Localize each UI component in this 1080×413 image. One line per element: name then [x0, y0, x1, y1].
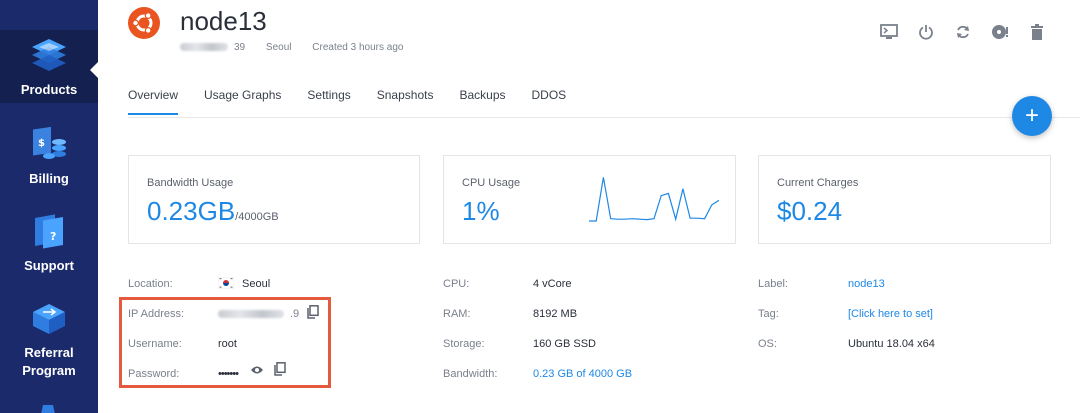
restart-icon	[957, 25, 969, 39]
tab-overview[interactable]: Overview	[128, 88, 179, 115]
bandwidth-link[interactable]: 0.23 GB of 4000 GB	[533, 366, 632, 382]
bandwidth-suffix: /4000GB	[235, 211, 279, 223]
set-tag-link[interactable]: [Click here to set]	[848, 306, 933, 322]
tab-backups[interactable]: Backups	[459, 88, 505, 115]
card-label: CPU Usage	[462, 177, 521, 189]
tag-row: Tag: [Click here to set]	[758, 306, 1048, 322]
card-label: Current Charges	[777, 177, 859, 189]
support-icon: ?	[35, 214, 63, 249]
server-subline: 39 Seoul Created 3 hours ago	[180, 42, 421, 53]
console-button[interactable]	[880, 22, 898, 42]
layers-icon	[32, 39, 66, 71]
delete-button[interactable]	[1028, 22, 1046, 42]
sidebar-item-label: Billing	[29, 171, 69, 186]
sidebar-item-label-line1: Referral	[24, 345, 74, 360]
bandwidth-row: Bandwidth: 0.23 GB of 4000 GB	[443, 366, 703, 382]
active-indicator	[90, 62, 98, 78]
cpu-value: 1%	[462, 196, 500, 226]
bandwidth-label: Bandwidth:	[443, 368, 498, 380]
sidebar-item-label: Support	[24, 258, 74, 273]
power-button[interactable]	[917, 22, 935, 42]
label-label: Label:	[758, 278, 788, 290]
main-panel: node13 39 Seoul Created 3 hours ago Over…	[98, 0, 1080, 413]
server-ip: 39	[180, 42, 245, 53]
console-icon	[880, 24, 898, 39]
tab-settings[interactable]: Settings	[307, 88, 350, 115]
sidebar-item-support[interactable]: ? Support	[0, 213, 98, 279]
reinstall-button[interactable]	[991, 22, 1009, 42]
location-label: Location:	[128, 278, 173, 290]
korea-flag-icon	[217, 276, 235, 290]
redacted-ip	[180, 43, 228, 52]
cpu-row: CPU: 4 vCore	[443, 276, 703, 292]
os-row: OS: Ubuntu 18.04 x64	[758, 336, 1048, 352]
cpu-label: CPU:	[443, 278, 470, 290]
tag-label: Tag:	[758, 308, 779, 320]
tab-bar: Overview Usage Graphs Settings Snapshots…	[128, 88, 592, 115]
cpu-spec-value: 4 vCore	[533, 278, 572, 290]
tab-snapshots[interactable]: Snapshots	[377, 88, 434, 115]
tab-divider	[128, 117, 1080, 118]
highlight-box	[119, 297, 331, 388]
reinstall-icon	[992, 25, 1008, 39]
tab-ddos[interactable]: DDOS	[532, 88, 567, 115]
sidebar-item-products[interactable]: Products	[0, 30, 98, 103]
cpu-sparkline	[589, 177, 719, 222]
server-toolbar	[880, 22, 1046, 42]
app-root: Products $ Billing ? Support Referral Pr…	[0, 0, 1080, 413]
bandwidth-card: Bandwidth Usage 0.23GB/4000GB	[128, 155, 420, 244]
page-title: node13	[180, 6, 267, 36]
card-label: Bandwidth Usage	[147, 177, 234, 189]
billing-icon: $	[33, 126, 66, 159]
delete-icon	[1031, 24, 1043, 40]
charges-value: $0.24	[777, 196, 843, 226]
storage-label: Storage:	[443, 338, 485, 350]
sidebar-item-billing[interactable]: $ Billing	[0, 126, 98, 192]
add-button[interactable]: +	[1012, 96, 1052, 136]
charges-card: Current Charges $0.24	[758, 155, 1051, 244]
power-icon	[919, 25, 933, 40]
server-location: Seoul	[265, 42, 292, 53]
storage-value: 160 GB SSD	[533, 338, 596, 350]
os-label: OS:	[758, 338, 777, 350]
server-created: Created 3 hours ago	[312, 42, 404, 53]
referral-icon	[33, 304, 65, 334]
ubuntu-logo-icon	[128, 7, 160, 39]
svg-text:$: $	[38, 138, 45, 149]
sidebar-item-referral[interactable]: Referral Program	[0, 300, 98, 382]
storage-row: Storage: 160 GB SSD	[443, 336, 703, 352]
bandwidth-value: 0.23GB/4000GB	[147, 196, 279, 226]
tab-usage-graphs[interactable]: Usage Graphs	[204, 88, 281, 115]
sidebar: Products $ Billing ? Support Referral Pr…	[0, 0, 98, 413]
label-row: Label: node13	[758, 276, 1048, 292]
location-row: Location: Seoul	[128, 276, 328, 292]
restart-button[interactable]	[954, 22, 972, 42]
ram-value: 8192 MB	[533, 308, 578, 320]
sidebar-item-label: Products	[20, 82, 78, 97]
sidebar-item-label-line2: Program	[22, 363, 76, 378]
sidebar-item-more[interactable]	[0, 402, 98, 413]
os-value: Ubuntu 18.04 x64	[848, 338, 935, 350]
location-value: Seoul	[217, 276, 270, 292]
cpu-card: CPU Usage 1%	[443, 155, 736, 244]
svg-text:?: ?	[50, 230, 56, 243]
more-icon	[41, 405, 55, 413]
ram-label: RAM:	[443, 308, 471, 320]
label-link[interactable]: node13	[848, 276, 885, 292]
cpu-sparkline-line	[589, 177, 719, 222]
ram-row: RAM: 8192 MB	[443, 306, 703, 322]
